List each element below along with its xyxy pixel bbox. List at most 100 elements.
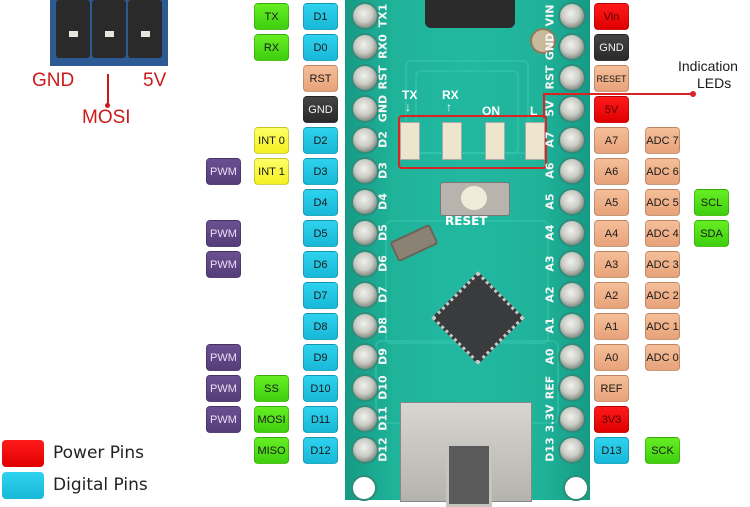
- pin-label-reset: RESET: [594, 65, 629, 92]
- pin-label-a2: A2: [594, 282, 629, 309]
- header-pad-right: [560, 252, 584, 276]
- pin-alt-label-sck: SCK: [645, 437, 680, 464]
- led-on-label: ON: [482, 104, 500, 118]
- pin-pwm-label: PWM: [206, 158, 241, 185]
- pin-label-a5: A5: [594, 189, 629, 216]
- pin-extra-label-scl: SCL: [694, 189, 729, 216]
- pin-pwm-label: PWM: [206, 375, 241, 402]
- legend-label-power: Power Pins: [53, 443, 145, 463]
- header-pad-right: [560, 159, 584, 183]
- header-pad-left: [353, 314, 377, 338]
- pin-label-d12: D12: [303, 437, 338, 464]
- reset-button[interactable]: [440, 182, 510, 216]
- pin-alt-label-rx: RX: [254, 34, 289, 61]
- led-l-label: L: [530, 104, 538, 118]
- header-pad-right: [560, 314, 584, 338]
- pin-label-d6: D6: [303, 251, 338, 278]
- pin-label-a1: A1: [594, 313, 629, 340]
- header-pad-left: [353, 438, 377, 462]
- header-pad-right: [560, 66, 584, 90]
- header-pad-right: [560, 438, 584, 462]
- reset-silkscreen: RESET: [445, 214, 488, 228]
- header-pad-left: [353, 345, 377, 369]
- pin-alt-label-adc-3: ADC 3: [645, 251, 680, 278]
- header-pad-left: [353, 159, 377, 183]
- pin-label-d9: D9: [303, 344, 338, 371]
- pin-label-d8: D8: [303, 313, 338, 340]
- silkscreen-left-label: D12: [376, 437, 390, 462]
- led-l: [525, 122, 545, 160]
- pin-label-a0: A0: [594, 344, 629, 371]
- header-pad-right: [560, 221, 584, 245]
- header-label-gnd: GND: [32, 70, 75, 91]
- pin-label-5v: 5V: [594, 96, 629, 123]
- pin-label-a7: A7: [594, 127, 629, 154]
- pin-alt-label-adc-5: ADC 5: [645, 189, 680, 216]
- pin-alt-label-adc-7: ADC 7: [645, 127, 680, 154]
- silkscreen-right-label: D13: [543, 437, 557, 462]
- indication-leds-line-horizontal: [543, 93, 693, 95]
- pin-alt-label-tx: TX: [254, 3, 289, 30]
- pin-alt-label-adc-2: ADC 2: [645, 282, 680, 309]
- header-label-mosi: MOSI: [82, 107, 131, 128]
- indication-leds-dot: [690, 91, 696, 97]
- legend-label-digital: Digital Pins: [53, 475, 148, 495]
- pin-pwm-label: PWM: [206, 406, 241, 433]
- header-pad-left: [353, 283, 377, 307]
- pin-label-d13: D13: [594, 437, 629, 464]
- header-pad-right: [560, 35, 584, 59]
- indication-leds-label-line1: Indication: [678, 58, 738, 74]
- header-pad-right: [560, 190, 584, 214]
- arduino-nano-board: RESET TX ↓ RX ↑ ON L TX1 RX0 RST GND D2 D3 D4 D…: [345, 0, 590, 507]
- pin-label-ref: REF: [594, 375, 629, 402]
- header-pad-left: [353, 128, 377, 152]
- top-header: [425, 0, 515, 28]
- header-pad-right: [560, 345, 584, 369]
- header-pad-left: [353, 190, 377, 214]
- header-pad-left: [353, 221, 377, 245]
- header-pin-5v: [128, 0, 162, 58]
- pin-label-d7: D7: [303, 282, 338, 309]
- pin-label-a3: A3: [594, 251, 629, 278]
- pin-extra-label-sda: SDA: [694, 220, 729, 247]
- pin-label-a6: A6: [594, 158, 629, 185]
- pin-pwm-label: PWM: [206, 344, 241, 371]
- pin-label-d5: D5: [303, 220, 338, 247]
- header-pad-left: [353, 407, 377, 431]
- header-pad-left: [353, 97, 377, 121]
- pin-pwm-label: PWM: [206, 220, 241, 247]
- pin-label-rst: RST: [303, 65, 338, 92]
- header-pad-left: [353, 35, 377, 59]
- led-on: [485, 122, 505, 160]
- led-tx: [400, 122, 420, 160]
- icsp-header: [50, 0, 168, 66]
- header-pin-mosi: [92, 0, 126, 58]
- pin-label-d10: D10: [303, 375, 338, 402]
- header-pad-right: [560, 407, 584, 431]
- pin-alt-label-int-1: INT 1: [254, 158, 289, 185]
- led-rx-arrow: ↑: [446, 100, 452, 114]
- legend-swatch-power: [2, 440, 44, 467]
- header-pad-left: [353, 66, 377, 90]
- pin-label-d2: D2: [303, 127, 338, 154]
- indication-leds-line-vertical: [543, 94, 545, 118]
- pin-label-d11: D11: [303, 406, 338, 433]
- pin-alt-label-ss: SS: [254, 375, 289, 402]
- pin-alt-label-mosi: MOSI: [254, 406, 289, 433]
- pin-pwm-label: PWM: [206, 251, 241, 278]
- pin-label-d4: D4: [303, 189, 338, 216]
- header-pad-left: [353, 252, 377, 276]
- pin-alt-label-int-0: INT 0: [254, 127, 289, 154]
- pin-alt-label-adc-1: ADC 1: [645, 313, 680, 340]
- pin-alt-label-adc-4: ADC 4: [645, 220, 680, 247]
- pin-label-3v3: 3V3: [594, 406, 629, 433]
- header-pad-right: [560, 4, 584, 28]
- pin-label-gnd: GND: [594, 34, 629, 61]
- pin-label-a4: A4: [594, 220, 629, 247]
- pin-alt-label-adc-0: ADC 0: [645, 344, 680, 371]
- header-pad-right: [560, 128, 584, 152]
- header-label-5v: 5V: [143, 70, 167, 91]
- pin-label-d3: D3: [303, 158, 338, 185]
- pin-label-d0: D0: [303, 34, 338, 61]
- led-tx-arrow: ↓: [405, 100, 411, 114]
